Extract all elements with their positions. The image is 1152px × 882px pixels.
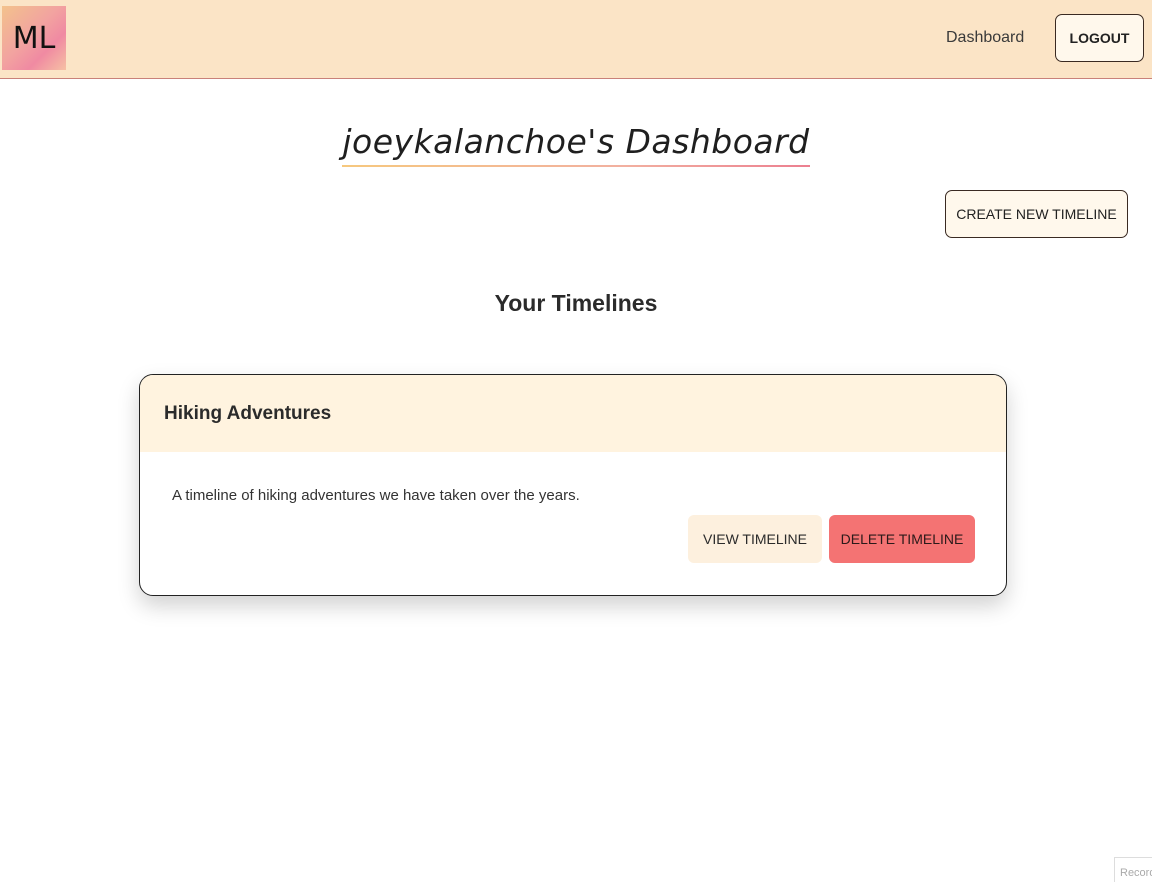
logout-button[interactable]: LOGOUT: [1055, 14, 1144, 62]
timeline-card-header: Hiking Adventures: [140, 375, 1006, 452]
page-title: joeykalanchoe's Dashboard: [342, 122, 810, 169]
navbar: ML Dashboard LOGOUT: [0, 0, 1152, 79]
view-timeline-button[interactable]: VIEW TIMELINE: [688, 515, 822, 563]
recorder-widget[interactable]: Record: [1114, 857, 1152, 882]
nav-link-dashboard[interactable]: Dashboard: [946, 29, 1024, 47]
logo-text: ML: [12, 20, 56, 56]
delete-timeline-button[interactable]: DELETE TIMELINE: [829, 515, 975, 563]
timeline-title: Hiking Adventures: [164, 402, 332, 424]
logo[interactable]: ML: [2, 6, 66, 70]
create-new-timeline-button[interactable]: CREATE NEW TIMELINE: [945, 190, 1128, 238]
page-title-container: joeykalanchoe's Dashboard: [0, 122, 1152, 169]
timeline-description: A timeline of hiking adventures we have …: [172, 487, 580, 504]
section-heading: Your Timelines: [494, 290, 658, 316]
timeline-card: Hiking Adventures A timeline of hiking a…: [139, 374, 1007, 596]
